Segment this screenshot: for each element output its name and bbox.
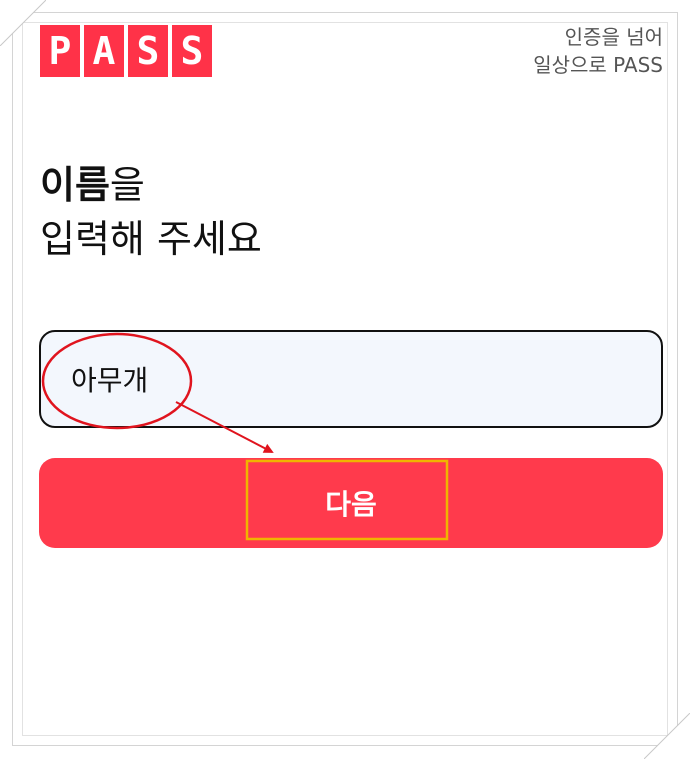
tagline: 인증을 넘어 일상으로 PASS	[533, 23, 663, 79]
title-line-2: 입력해 주세요	[40, 217, 262, 261]
logo-letter: S	[172, 25, 212, 77]
tagline-line-2: 일상으로 PASS	[533, 53, 663, 77]
next-button[interactable]: 다음	[39, 458, 663, 548]
logo-letter: A	[84, 25, 124, 77]
page-title: 이름을 입력해 주세요	[40, 158, 262, 266]
pass-logo: P A S S	[40, 25, 212, 77]
title-emphasis: 이름	[40, 163, 110, 207]
logo-letter: P	[40, 25, 80, 77]
title-line-1: 이름을	[40, 158, 262, 212]
page-curl-bottom-right	[644, 713, 690, 759]
tagline-line-1: 인증을 넘어	[564, 25, 663, 49]
logo-letter: S	[128, 25, 168, 77]
title-particle: 을	[109, 163, 145, 207]
name-input[interactable]	[39, 330, 663, 428]
